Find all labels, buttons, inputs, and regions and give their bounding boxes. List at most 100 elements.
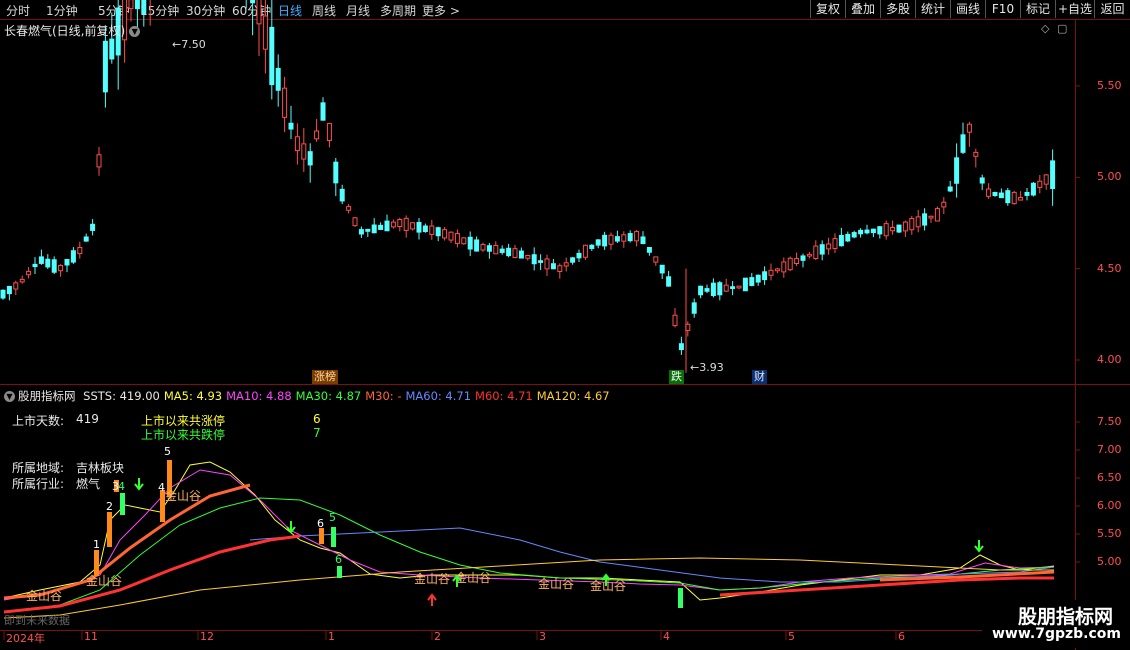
signal-bar	[107, 512, 112, 547]
window-icon[interactable]: ▢	[1057, 22, 1067, 35]
candle-body	[998, 192, 1004, 199]
signal-number: 2	[106, 500, 113, 513]
candle-body	[627, 233, 633, 242]
signal-number: 1	[93, 538, 100, 551]
candle-body	[941, 201, 947, 208]
jinshangu-label: 金山谷	[165, 488, 201, 503]
candle-body	[1037, 180, 1043, 188]
indicator-value: M30: -	[365, 389, 402, 403]
candle-body	[710, 282, 716, 297]
low-price-label: 3.93	[699, 361, 724, 374]
indicator-marks: 123 4 456 56金山谷金山谷金山谷金山谷 金山谷 金山谷 金山谷	[26, 445, 984, 608]
stock-title-text: 长春燃气(日线,前复权)	[4, 24, 126, 38]
candle-body	[384, 220, 390, 232]
industry-value: 燃气	[76, 477, 101, 491]
candle-body	[563, 262, 569, 267]
candle-body	[390, 221, 396, 228]
chevron-down-icon[interactable]: ▼	[129, 26, 141, 37]
candle-body	[282, 87, 288, 118]
candle-body	[262, 15, 268, 50]
candle-body	[589, 244, 595, 249]
indicator-tick-label: 7.50	[1097, 415, 1122, 428]
signal-number: 4	[158, 481, 165, 494]
candle-body	[883, 223, 889, 237]
candle-body	[525, 255, 531, 259]
candle-body	[288, 122, 294, 130]
candle-body	[870, 228, 876, 234]
candle-body	[813, 245, 819, 260]
listing-days-value: 419	[76, 412, 99, 426]
candle-body	[864, 229, 870, 234]
limit-list-badge[interactable]: 涨榜	[312, 370, 338, 384]
footer-text: 即到未来数据	[4, 614, 70, 627]
price-tick-label: 4.50	[1097, 261, 1122, 275]
candle-body	[346, 206, 352, 211]
candle-body	[653, 256, 659, 263]
kline-chart[interactable]: 123 4 456 56金山谷金山谷金山谷金山谷 金山谷 金山谷 金山谷	[0, 0, 1130, 650]
candle-body	[838, 234, 844, 247]
candle-body	[915, 216, 921, 228]
candle-body	[26, 270, 32, 276]
ma120-line	[3, 557, 1054, 619]
indicator-tick-label: 6.00	[1097, 499, 1122, 512]
candle-body	[698, 285, 704, 296]
candle-body	[1043, 174, 1049, 185]
candle-body	[1030, 182, 1036, 196]
finance-badge[interactable]: 财	[752, 370, 767, 384]
indicator-header[interactable]: ▼ 股朋指标网 SSTS: 419.00 MA5: 4.93 MA10: 4.88 MA…	[4, 388, 618, 404]
candle-body	[6, 285, 12, 295]
candle-body	[736, 285, 742, 289]
jinshangu-label: 金山谷	[538, 576, 574, 591]
jinshangu-label: 金山谷	[414, 571, 450, 586]
indicator-value: MA120: 4.67	[536, 389, 610, 403]
drop-badge[interactable]: 跌	[669, 370, 684, 384]
diamond-icon[interactable]: ◇	[1041, 22, 1049, 35]
candle-body	[755, 274, 761, 283]
indicator-tick-label: 5.00	[1097, 555, 1122, 568]
candle-body	[704, 288, 710, 292]
indicator-tick-label: 6.50	[1097, 471, 1122, 484]
indicator-name: 股朋指标网	[18, 389, 76, 403]
candle-body	[851, 232, 857, 238]
candle-body	[608, 234, 614, 245]
candle-body	[960, 134, 966, 153]
candle-body	[333, 161, 339, 184]
time-tick-label: 6	[898, 630, 905, 643]
candle-body	[602, 234, 608, 247]
candle-body	[358, 229, 364, 235]
signal-number: 5	[164, 445, 171, 458]
time-tick-label: 1	[328, 630, 335, 643]
candle-body	[128, 0, 134, 10]
candle-body	[992, 192, 998, 197]
candle-body	[826, 243, 832, 250]
candle-body	[32, 263, 38, 268]
candle-body	[256, 0, 262, 25]
jinshangu-label: 金山谷	[590, 578, 626, 593]
candle-body	[429, 225, 435, 235]
watermark-url: www.7gpzb.com	[992, 626, 1122, 642]
candle-body	[800, 255, 806, 261]
chevron-down-icon[interactable]: ▼	[4, 391, 15, 402]
indicator-value: MA60: 4.71	[405, 389, 472, 403]
stock-title[interactable]: 长春燃气(日线,前复权) ▼	[4, 22, 141, 39]
candle-body	[544, 258, 550, 270]
candle-body	[90, 223, 96, 231]
candle-body	[13, 282, 19, 290]
candle-body	[774, 268, 780, 272]
candle-body	[141, 0, 147, 15]
candle-body	[326, 123, 332, 142]
candle-body	[621, 234, 627, 242]
candle-body	[909, 218, 915, 231]
candle-body	[416, 222, 422, 233]
candle-body	[659, 264, 665, 274]
candle-body	[307, 151, 313, 166]
candle-body	[83, 236, 89, 242]
candlesticks	[0, 0, 1056, 373]
candle-body	[582, 244, 588, 258]
candle-body	[749, 277, 755, 286]
region-value: 吉林板块	[76, 461, 125, 475]
candle-body	[973, 151, 979, 157]
candle-body	[858, 229, 864, 235]
region-label: 所属地域:	[12, 461, 65, 475]
candle-body	[781, 261, 787, 273]
